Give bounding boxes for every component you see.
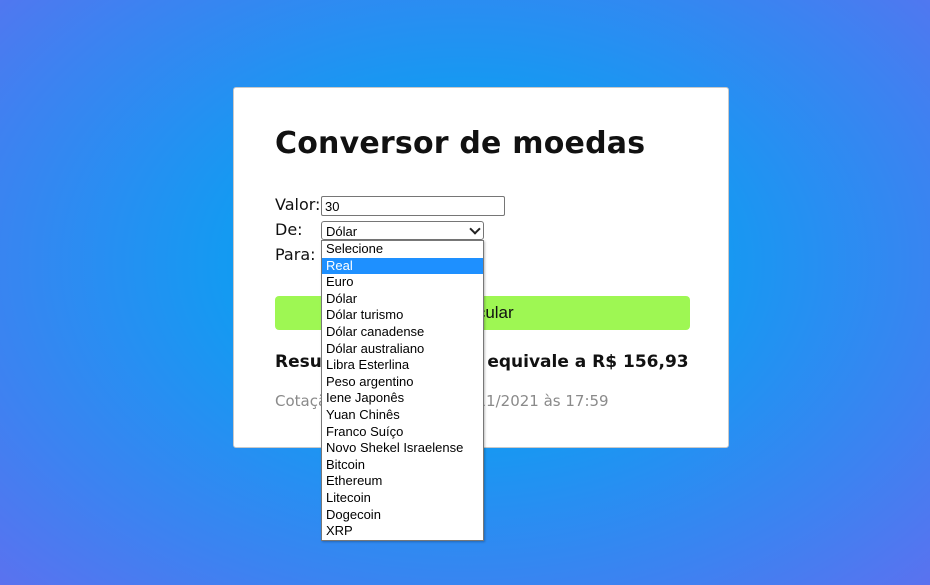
dropdown-option[interactable]: Franco Suíço — [322, 424, 483, 441]
para-label: Para: — [275, 245, 316, 264]
chevron-down-icon — [469, 223, 481, 235]
dropdown-option[interactable]: Bitcoin — [322, 457, 483, 474]
dropdown-option[interactable]: Peso argentino — [322, 374, 483, 391]
dropdown-option[interactable]: Dólar canadense — [322, 324, 483, 341]
dropdown-option[interactable]: Dogecoin — [322, 507, 483, 524]
dropdown-option[interactable]: Euro — [322, 274, 483, 291]
dropdown-option[interactable]: Novo Shekel Israelense — [322, 440, 483, 457]
dropdown-option[interactable]: Selecione — [322, 241, 483, 258]
valor-label: Valor: — [275, 195, 321, 214]
dropdown-option[interactable]: Litecoin — [322, 490, 483, 507]
de-select[interactable]: Dólar — [321, 221, 484, 240]
dropdown-option[interactable]: Dólar australiano — [322, 341, 483, 358]
de-label: De: — [275, 220, 303, 239]
dropdown-option[interactable]: Yuan Chinês — [322, 407, 483, 424]
dropdown-option[interactable]: Dólar turismo — [322, 307, 483, 324]
de-select-value: Dólar — [326, 224, 358, 239]
page-title: Conversor de moedas — [275, 126, 646, 161]
dropdown-option[interactable]: Real — [322, 257, 483, 275]
dropdown-option[interactable]: Dólar — [322, 291, 483, 308]
dropdown-option[interactable]: XRP — [322, 523, 483, 540]
dropdown-option[interactable]: Iene Japonês — [322, 390, 483, 407]
de-dropdown-list[interactable]: Selecione Real Euro Dólar Dólar turismo Dólar… — [321, 240, 484, 541]
dropdown-option[interactable]: Ethereum — [322, 473, 483, 490]
valor-input[interactable] — [321, 196, 505, 216]
dropdown-option[interactable]: Libra Esterlina — [322, 357, 483, 374]
